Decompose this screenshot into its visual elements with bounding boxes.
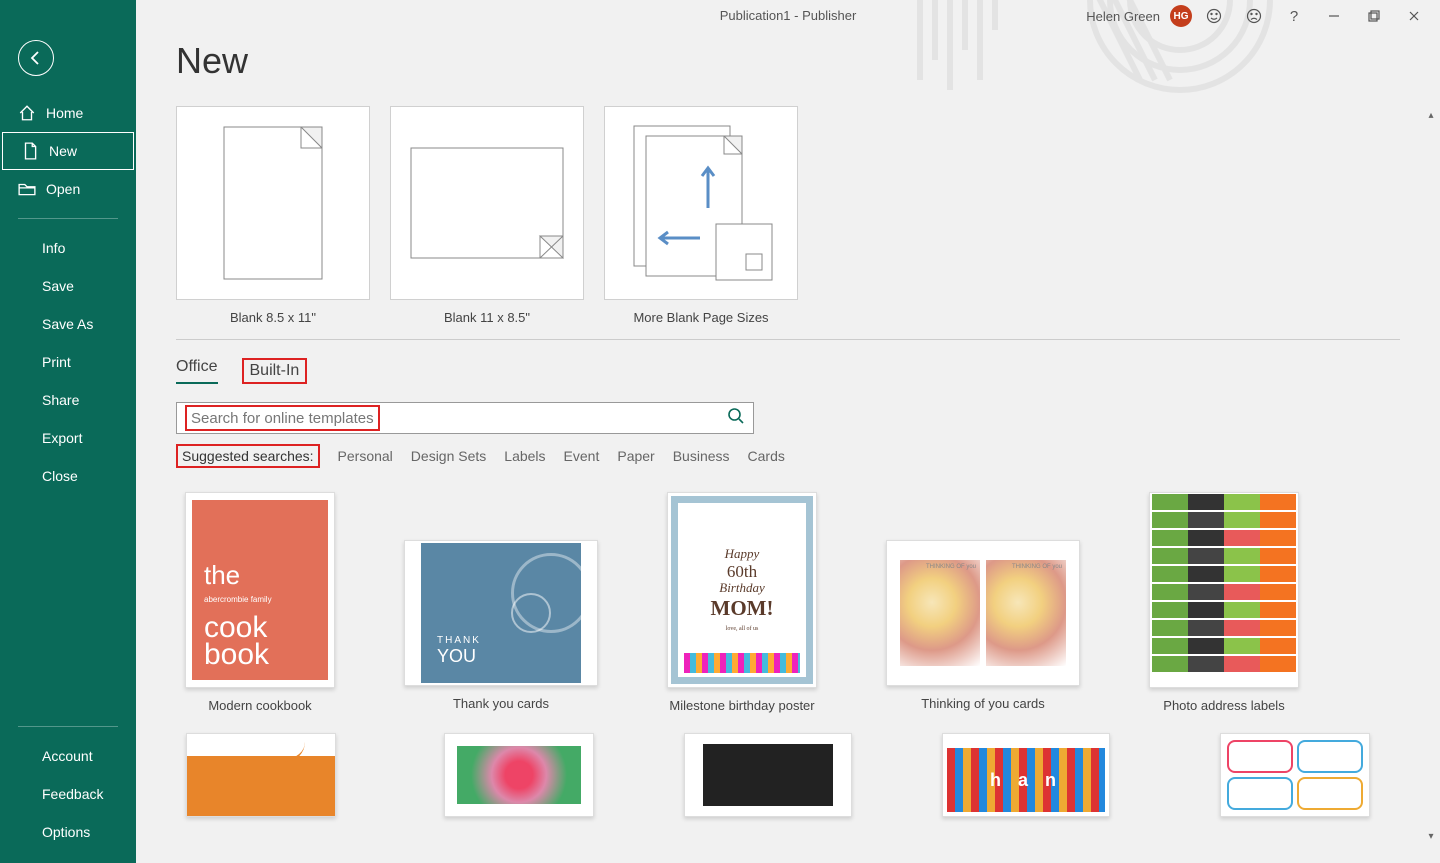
thumbnail: THANK YOU xyxy=(404,540,598,686)
art-text: THINKING OF you xyxy=(1012,564,1062,570)
nav-home[interactable]: Home xyxy=(0,94,136,132)
home-icon xyxy=(18,104,36,122)
nav-save-as[interactable]: Save As xyxy=(0,305,136,343)
suggested-cards[interactable]: Cards xyxy=(748,448,785,464)
thumbnail xyxy=(390,106,584,300)
template-thinking-of-you[interactable]: THINKING OF you THINKING OF you Thinking… xyxy=(886,492,1080,713)
nav-account[interactable]: Account xyxy=(0,737,136,775)
nav-label: Open xyxy=(46,181,80,197)
template-label: Blank 8.5 x 11" xyxy=(230,310,316,325)
thumbnail xyxy=(176,106,370,300)
thumbnail: the abercrombie family cookbook xyxy=(185,492,335,688)
nav-export[interactable]: Export xyxy=(0,419,136,457)
page-title: New xyxy=(176,40,1400,82)
suggested-personal[interactable]: Personal xyxy=(338,448,393,464)
scroll-up-arrow[interactable]: ▴ xyxy=(1422,106,1440,124)
blank-templates-row: Blank 8.5 x 11" Blank 11 x 8.5" xyxy=(176,106,1400,325)
suggested-label: Suggested searches: xyxy=(176,444,320,468)
art-text: YOU xyxy=(437,646,476,667)
art-text: THINKING OF you xyxy=(926,564,976,570)
template-thank-you-cards[interactable]: THANK YOU Thank you cards xyxy=(404,492,598,713)
divider xyxy=(18,726,118,727)
divider xyxy=(18,218,118,219)
suggested-labels[interactable]: Labels xyxy=(504,448,545,464)
nav-share[interactable]: Share xyxy=(0,381,136,419)
nav-print[interactable]: Print xyxy=(0,343,136,381)
suggested-searches: Suggested searches: Personal Design Sets… xyxy=(176,444,1400,468)
back-button[interactable] xyxy=(18,40,54,76)
suggested-business[interactable]: Business xyxy=(673,448,730,464)
art-text: the xyxy=(204,560,316,591)
thumbnail: Happy 60th Birthday MOM! love, all of us xyxy=(667,492,817,688)
suggested-event[interactable]: Event xyxy=(564,448,600,464)
template-label: Photo address labels xyxy=(1163,698,1284,713)
template-label: Milestone birthday poster xyxy=(669,698,814,713)
art-text: Birthday xyxy=(719,581,765,596)
art-text: 60th xyxy=(727,562,757,582)
bottom-nav: Account Feedback Options xyxy=(0,726,136,851)
blank-landscape-template[interactable]: Blank 11 x 8.5" xyxy=(390,106,584,325)
backstage-sidebar: Home New Open Info Save Save As Print Sh… xyxy=(0,0,136,863)
search-input[interactable]: Search for online templates xyxy=(176,402,754,434)
suggested-design-sets[interactable]: Design Sets xyxy=(411,448,486,464)
template-label: Thank you cards xyxy=(453,696,549,711)
nav-close[interactable]: Close xyxy=(0,457,136,495)
thumbnail xyxy=(1149,492,1299,688)
nav-open[interactable]: Open xyxy=(0,170,136,208)
tab-builtin[interactable]: Built-In xyxy=(242,358,308,384)
template-partial[interactable] xyxy=(684,733,852,817)
scroll-down-arrow[interactable]: ▾ xyxy=(1422,827,1440,845)
document-icon xyxy=(21,142,39,160)
divider xyxy=(176,339,1400,340)
template-modern-cookbook[interactable]: the abercrombie family cookbook Modern c… xyxy=(176,492,344,713)
template-source-tabs: Office Built-In xyxy=(176,358,1400,384)
nav-feedback[interactable]: Feedback xyxy=(0,775,136,813)
art-text: Happy xyxy=(725,547,760,562)
template-partial[interactable]: h a n xyxy=(942,733,1110,817)
template-grid-row-2: h a n xyxy=(176,733,1400,817)
art-text: abercrombie family xyxy=(204,595,316,604)
nav-label: Home xyxy=(46,105,83,121)
search-placeholder: Search for online templates xyxy=(185,405,380,431)
nav-new[interactable]: New xyxy=(2,132,134,170)
tab-office[interactable]: Office xyxy=(176,358,218,384)
main-content: New Blank 8.5 x 11" Blank 11 x 8.5" xyxy=(136,0,1440,863)
nav-options[interactable]: Options xyxy=(0,813,136,851)
art-text: THANK xyxy=(437,635,481,646)
template-label: Modern cookbook xyxy=(208,698,311,713)
thumbnail xyxy=(604,106,798,300)
template-partial[interactable] xyxy=(1220,733,1370,817)
template-milestone-birthday[interactable]: Happy 60th Birthday MOM! love, all of us… xyxy=(658,492,826,713)
more-page-sizes[interactable]: More Blank Page Sizes xyxy=(604,106,798,325)
nav-info[interactable]: Info xyxy=(0,229,136,267)
template-grid: the abercrombie family cookbook Modern c… xyxy=(176,492,1400,713)
vertical-scrollbar[interactable]: ▴ ▾ xyxy=(1422,106,1440,845)
art-text: love, all of us xyxy=(726,626,759,633)
thumbnail: THINKING OF you THINKING OF you xyxy=(886,540,1080,686)
template-label: Thinking of you cards xyxy=(921,696,1045,711)
template-partial[interactable] xyxy=(444,733,594,817)
template-label: More Blank Page Sizes xyxy=(633,310,768,325)
art-text: MOM! xyxy=(711,596,774,620)
template-partial[interactable] xyxy=(186,733,336,817)
template-label: Blank 11 x 8.5" xyxy=(444,310,530,325)
nav-label: New xyxy=(49,143,77,159)
suggested-paper[interactable]: Paper xyxy=(617,448,654,464)
art-text: book xyxy=(204,638,269,671)
template-photo-address-labels[interactable]: Photo address labels xyxy=(1140,492,1308,713)
search-icon[interactable] xyxy=(727,407,745,430)
blank-portrait-template[interactable]: Blank 8.5 x 11" xyxy=(176,106,370,325)
folder-open-icon xyxy=(18,180,36,198)
nav-save[interactable]: Save xyxy=(0,267,136,305)
